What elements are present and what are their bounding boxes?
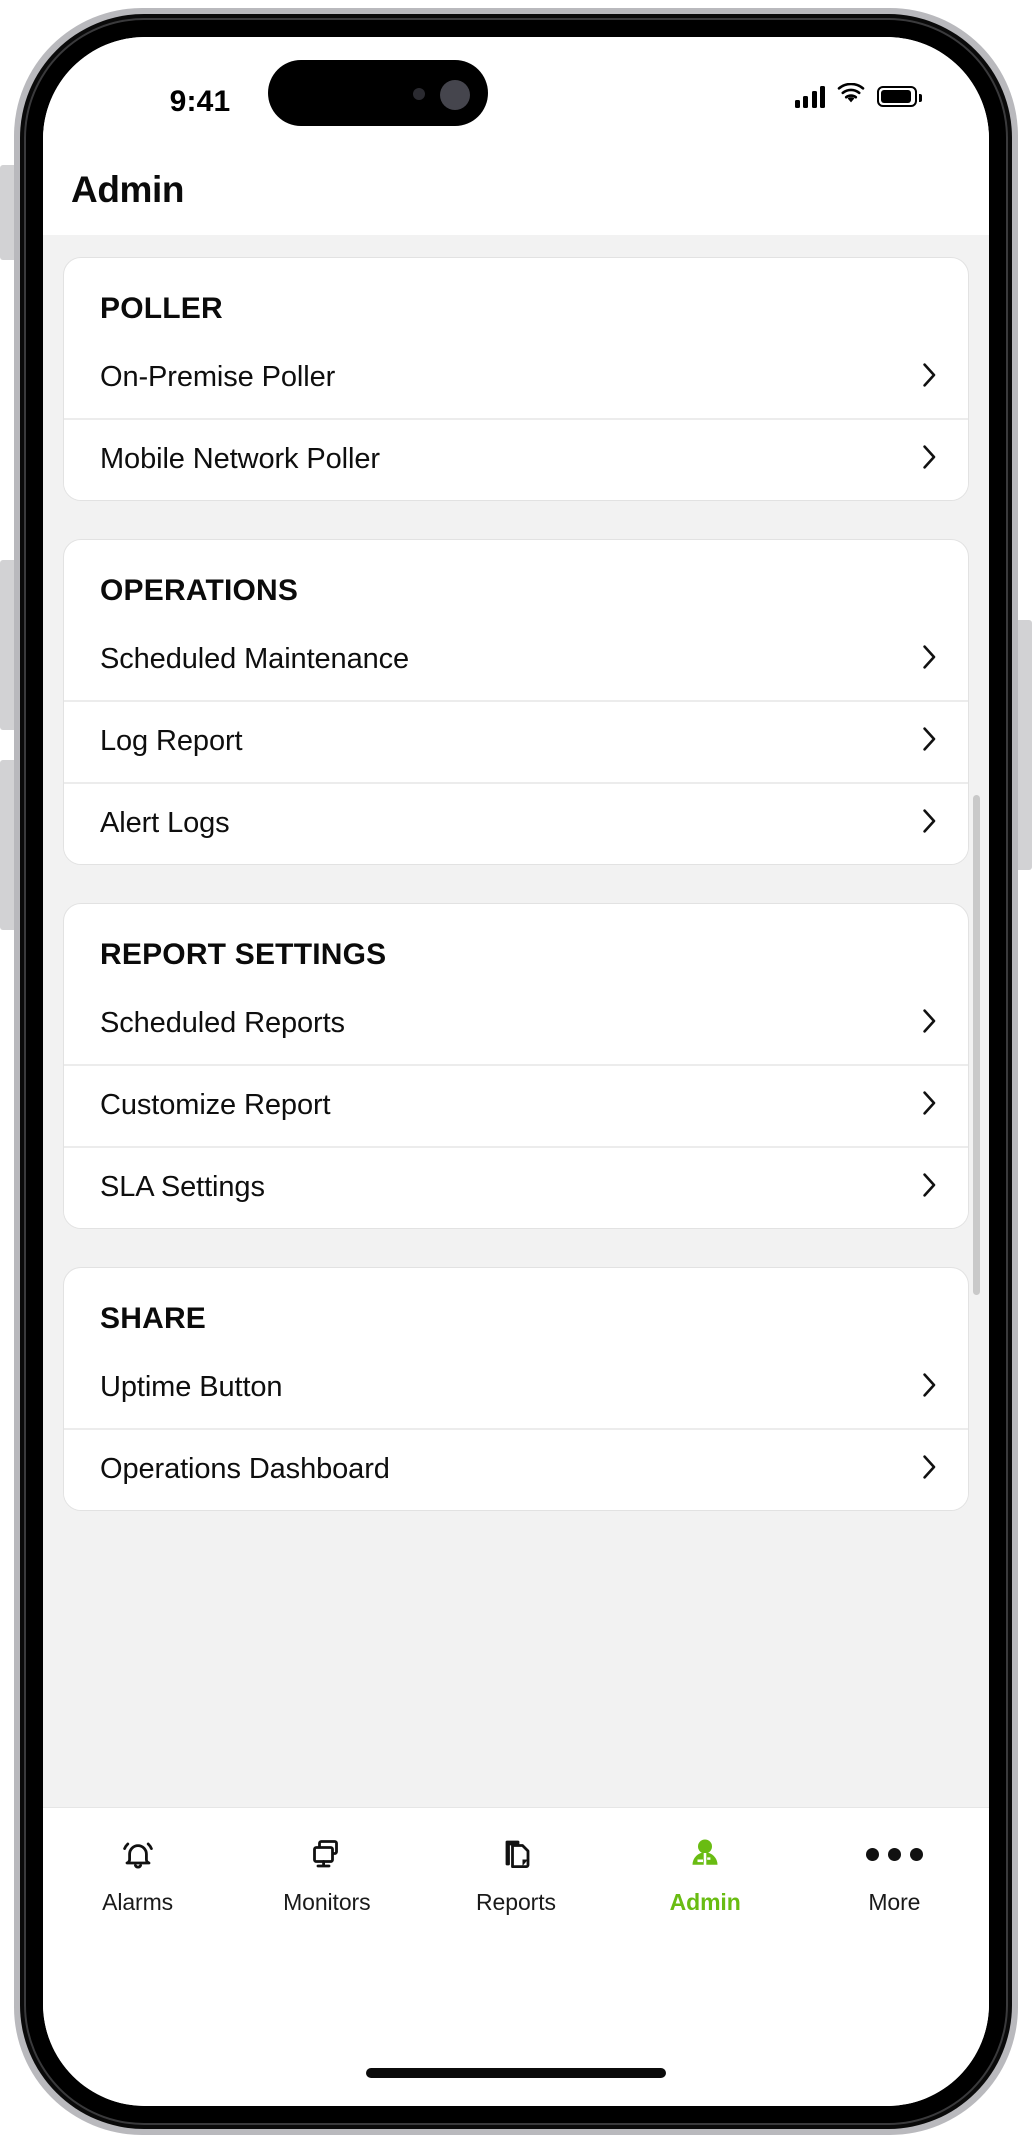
settings-card: REPORT SETTINGS Scheduled Reports Customiz… bbox=[63, 903, 969, 1229]
tab-label: Monitors bbox=[283, 1889, 371, 1915]
chevron-right-icon bbox=[923, 726, 936, 756]
dynamic-island bbox=[268, 60, 488, 126]
settings-row-label: On-Premise Poller bbox=[100, 360, 336, 393]
proximity-sensor-icon bbox=[413, 88, 425, 100]
page-title: Admin bbox=[71, 169, 185, 210]
status-bar: 9:41 bbox=[43, 37, 989, 149]
tab-reports[interactable]: Reports bbox=[427, 1830, 605, 1916]
settings-row[interactable]: Log Report bbox=[64, 700, 968, 782]
chevron-right-icon bbox=[923, 444, 936, 474]
settings-card-list: POLLER On-Premise Poller Mobile Network Po… bbox=[43, 235, 989, 1511]
chevron-right-icon bbox=[923, 362, 936, 392]
settings-scroll-view[interactable]: POLLER On-Premise Poller Mobile Network Po… bbox=[43, 235, 989, 1807]
vertical-scrollbar[interactable] bbox=[973, 795, 980, 1295]
status-bar-clock: 9:41 bbox=[169, 85, 231, 118]
settings-row[interactable]: On-Premise Poller bbox=[64, 336, 968, 418]
chevron-right-icon bbox=[923, 1172, 936, 1202]
cellular-signal-icon bbox=[794, 85, 825, 108]
settings-row-label: Uptime Button bbox=[100, 1370, 283, 1403]
settings-row-label: Alert Logs bbox=[100, 806, 230, 839]
tab-label: Admin bbox=[669, 1889, 741, 1915]
settings-card: OPERATIONS Scheduled Maintenance Log Repor… bbox=[63, 539, 969, 865]
settings-row-label: Mobile Network Poller bbox=[100, 442, 380, 475]
device-screen: 9:41 Admin POLLER On-Premise Poller Mobi… bbox=[43, 37, 989, 2106]
tab-admin[interactable]: Admin bbox=[616, 1830, 794, 1916]
tab-alarms[interactable]: Alarms bbox=[49, 1830, 227, 1916]
tab-label: Reports bbox=[476, 1889, 556, 1915]
settings-card: SHARE Uptime Button Operations Dashboard bbox=[63, 1267, 969, 1511]
settings-row[interactable]: Mobile Network Poller bbox=[64, 418, 968, 500]
bottom-tab-bar: Alarms Monitors Reports Admin More bbox=[43, 1807, 989, 2106]
settings-row-label: Log Report bbox=[100, 724, 243, 757]
bell-icon bbox=[116, 1830, 160, 1878]
settings-row[interactable]: Scheduled Reports bbox=[64, 982, 968, 1064]
settings-row[interactable]: Operations Dashboard bbox=[64, 1428, 968, 1510]
chevron-right-icon bbox=[923, 1008, 936, 1038]
settings-card-title: SHARE bbox=[100, 1302, 207, 1335]
settings-row[interactable]: SLA Settings bbox=[64, 1146, 968, 1228]
documents-icon bbox=[494, 1830, 538, 1878]
settings-row[interactable]: Customize Report bbox=[64, 1064, 968, 1146]
chevron-right-icon bbox=[923, 1090, 936, 1120]
settings-row-label: Customize Report bbox=[100, 1088, 331, 1121]
battery-full-icon bbox=[877, 86, 922, 107]
monitor-icon bbox=[305, 1830, 349, 1878]
home-indicator bbox=[366, 2068, 666, 2078]
chevron-right-icon bbox=[923, 644, 936, 674]
chevron-right-icon bbox=[923, 808, 936, 838]
tab-monitors[interactable]: Monitors bbox=[238, 1830, 416, 1916]
status-bar-indicators bbox=[794, 82, 922, 110]
tab-label: More bbox=[868, 1889, 921, 1915]
phone-mockup: 9:41 Admin POLLER On-Premise Poller Mobi… bbox=[0, 0, 1032, 2143]
user-admin-icon bbox=[683, 1830, 727, 1878]
tab-more[interactable]: More bbox=[805, 1830, 983, 1916]
settings-row-label: SLA Settings bbox=[100, 1170, 265, 1203]
settings-row[interactable]: Alert Logs bbox=[64, 782, 968, 864]
settings-row-label: Operations Dashboard bbox=[100, 1452, 390, 1485]
settings-row[interactable]: Scheduled Maintenance bbox=[64, 618, 968, 700]
settings-row[interactable]: Uptime Button bbox=[64, 1346, 968, 1428]
wifi-icon bbox=[837, 82, 865, 110]
front-camera-icon bbox=[440, 80, 470, 110]
settings-card-title: OPERATIONS bbox=[100, 574, 299, 607]
settings-card-title: REPORT SETTINGS bbox=[100, 938, 387, 971]
settings-card-title: POLLER bbox=[100, 292, 223, 325]
settings-row-label: Scheduled Reports bbox=[100, 1006, 345, 1039]
nav-header: Admin bbox=[43, 149, 989, 235]
chevron-right-icon bbox=[923, 1454, 936, 1484]
chevron-right-icon bbox=[923, 1372, 936, 1402]
tab-label: Alarms bbox=[102, 1889, 174, 1915]
settings-card: POLLER On-Premise Poller Mobile Network Po… bbox=[63, 257, 969, 501]
ellipsis-icon bbox=[865, 1830, 923, 1878]
settings-row-label: Scheduled Maintenance bbox=[100, 642, 410, 675]
